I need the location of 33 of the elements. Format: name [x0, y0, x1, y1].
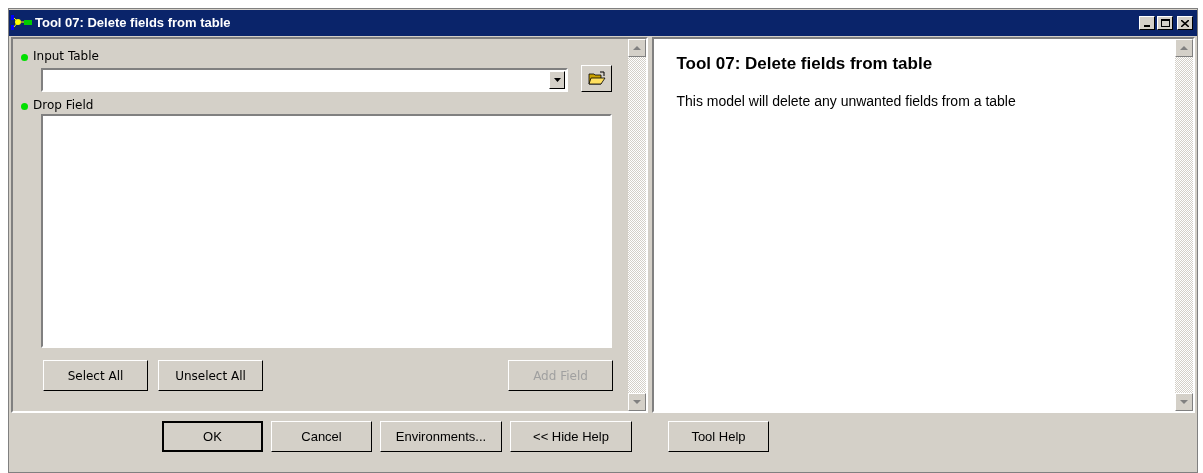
- dialog-button[interactable]: OK: [162, 421, 263, 452]
- window-title: Tool 07: Delete fields from table: [35, 14, 231, 33]
- scrollbar[interactable]: [628, 39, 647, 411]
- field-list[interactable]: [41, 114, 612, 348]
- close-icon: [1181, 19, 1189, 27]
- scroll-up-button[interactable]: [1175, 39, 1193, 57]
- parameter-label: Drop Field: [33, 98, 94, 112]
- triangle-up-icon: [633, 46, 642, 50]
- scroll-down-button[interactable]: [1175, 393, 1193, 411]
- caret-down-icon: [553, 78, 561, 82]
- minimize-button[interactable]: [1139, 16, 1155, 30]
- list-button[interactable]: Select All: [43, 360, 148, 391]
- maximize-button[interactable]: [1157, 16, 1173, 30]
- triangle-down-icon: [1180, 400, 1188, 404]
- model-icon: [11, 14, 33, 32]
- scroll-up-button[interactable]: [628, 39, 647, 57]
- combo-field[interactable]: [41, 68, 568, 92]
- help-text: This model will delete any unwanted fields from a table: [676, 91, 1017, 111]
- dialog-button[interactable]: Tool Help: [668, 421, 769, 452]
- parameter-label: Input Table: [33, 49, 99, 63]
- scroll-down-button[interactable]: [628, 393, 647, 411]
- dropdown-button[interactable]: [549, 71, 565, 89]
- triangle-down-icon: [633, 400, 642, 404]
- browse-button[interactable]: [581, 65, 612, 92]
- dialog-button[interactable]: << Hide Help: [510, 421, 632, 452]
- triangle-up-icon: [1180, 46, 1188, 50]
- close-button[interactable]: [1177, 16, 1193, 30]
- folder-icon: [587, 71, 606, 86]
- help-title: Tool 07: Delete fields from table: [676, 53, 934, 75]
- scrollbar[interactable]: [1175, 39, 1193, 411]
- dialog-button[interactable]: Cancel: [271, 421, 372, 452]
- dialog-button[interactable]: Environments...: [380, 421, 502, 452]
- list-button[interactable]: Unselect All: [158, 360, 263, 391]
